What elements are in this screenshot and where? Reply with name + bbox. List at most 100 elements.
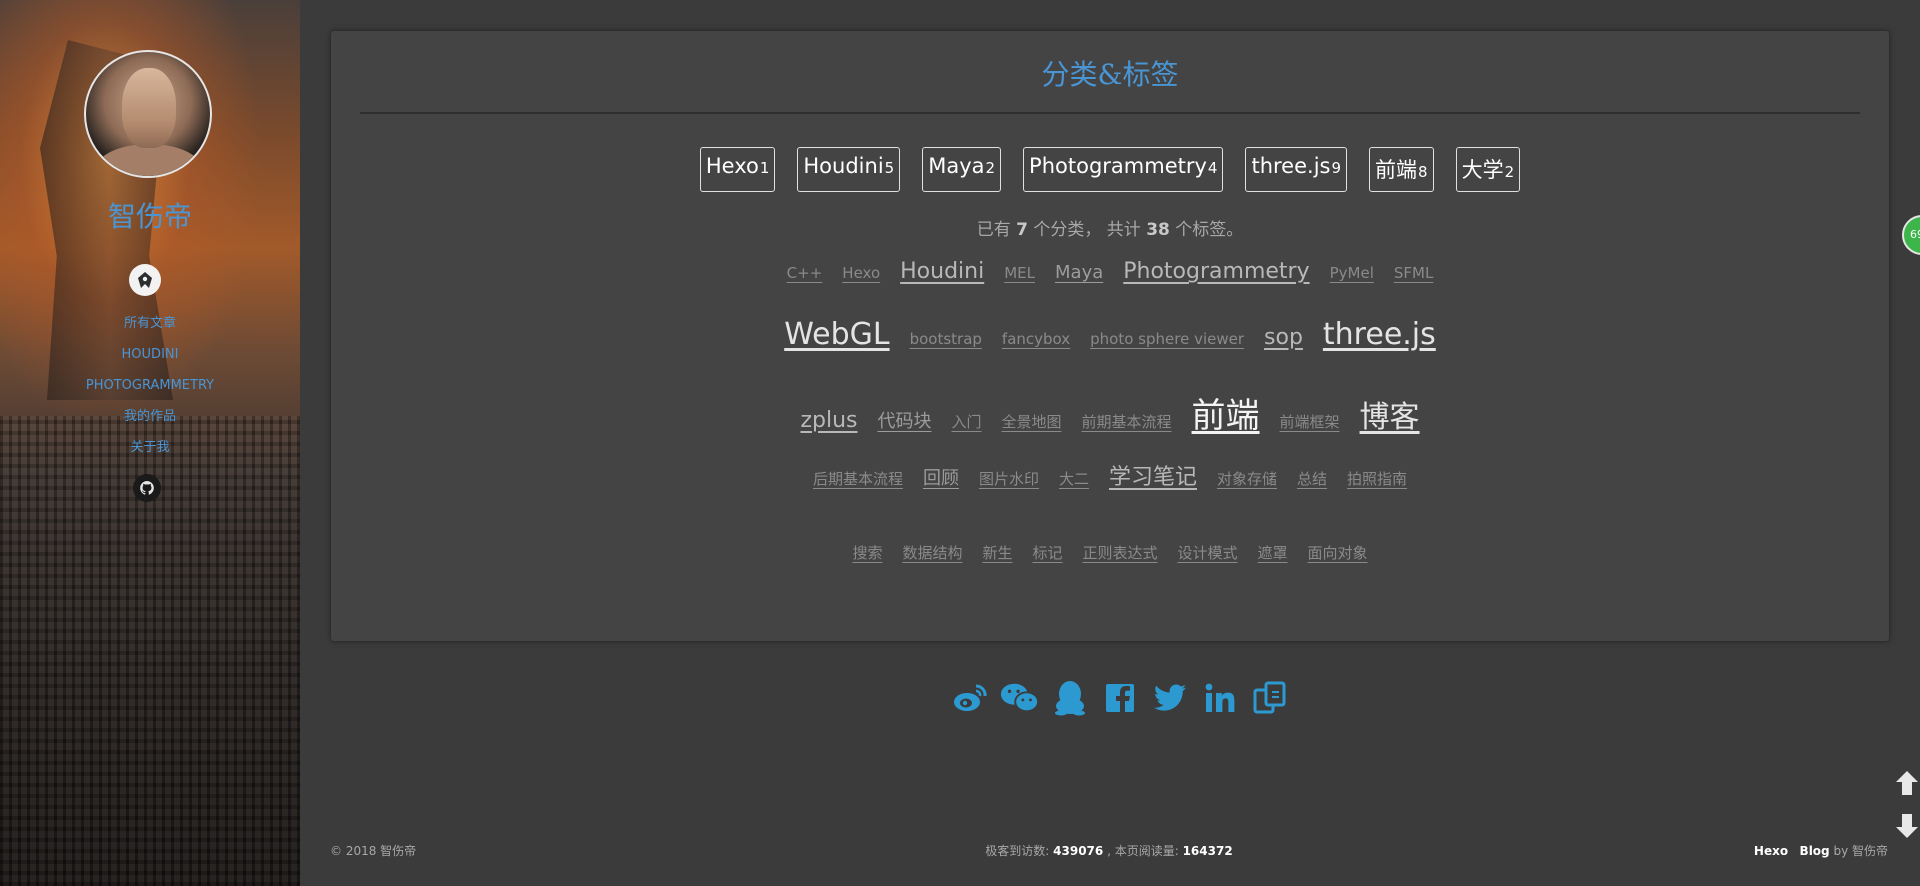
- sidebar-item-my-works[interactable]: 我的作品: [0, 401, 300, 432]
- tag-link[interactable]: fancybox: [1002, 330, 1070, 348]
- tag-link[interactable]: 正则表达式: [1083, 542, 1158, 563]
- sidebar-item-about-me[interactable]: 关于我: [0, 432, 300, 463]
- share-bar: [950, 678, 1290, 718]
- content-card: 分类&标签 Hexo 1 Houdini 5 Maya 2 Photogrammetry 4 t…: [331, 31, 1889, 641]
- tag-link[interactable]: 面向对象: [1308, 542, 1368, 563]
- tag-link[interactable]: 搜索: [852, 542, 882, 563]
- category-count: 7: [1016, 220, 1028, 240]
- tag-link[interactable]: 数据结构: [902, 542, 962, 563]
- tag-link[interactable]: Hexo: [842, 264, 880, 282]
- tag-cloud-row: C++ Hexo Houdini MEL Maya Photogrammetry PyMel…: [331, 259, 1889, 284]
- wechat-icon[interactable]: [1000, 678, 1040, 718]
- qq-icon[interactable]: [1050, 678, 1090, 718]
- tag-cloud-row: 搜索 数据结构 新生 标记 正则表达式 设计模式 遮罩 面向对象: [331, 542, 1889, 563]
- tag-cloud-row: WebGL bootstrap fancybox photo sphere viewe…: [331, 317, 1889, 352]
- tag-link[interactable]: Photogrammetry: [1123, 259, 1309, 284]
- linkedin-icon[interactable]: [1200, 678, 1240, 718]
- tag-link[interactable]: PyMel: [1330, 264, 1374, 282]
- tag-link[interactable]: 前端: [1192, 388, 1260, 437]
- footer: © 2018 智伤帝 极客到访数: 439076 , 本页阅读量: 164372…: [330, 842, 1888, 860]
- sidebar-item-photogrammetry[interactable]: PHOTOGRAMMETRY: [0, 370, 300, 401]
- category-chip[interactable]: three.js 9: [1245, 147, 1348, 192]
- tag-link[interactable]: 全景地图: [1002, 411, 1062, 432]
- category-chip[interactable]: 大学 2: [1455, 147, 1521, 192]
- author-credit: by 智伤帝: [1829, 844, 1888, 858]
- category-count: 5: [884, 159, 895, 177]
- summary-suffix: 个标签。: [1169, 220, 1244, 240]
- tag-link[interactable]: sop: [1264, 325, 1303, 350]
- visits-count: 439076: [1053, 844, 1104, 858]
- scroll-top-arrow-icon[interactable]: [1895, 770, 1919, 796]
- sidebar: 智伤帝 所有文章 HOUDINI PHOTOGRAMMETRY 我的作品 关于我: [0, 0, 300, 886]
- tag-link[interactable]: 新生: [982, 542, 1012, 563]
- hexo-link[interactable]: Hexo: [1754, 844, 1788, 858]
- category-count: 8: [1418, 163, 1428, 181]
- tag-link[interactable]: WebGL: [784, 317, 889, 352]
- category-label: 前端: [1375, 158, 1418, 182]
- category-label: Maya: [928, 154, 985, 178]
- site-name[interactable]: 智伤帝: [0, 195, 300, 235]
- tag-link[interactable]: three.js: [1323, 317, 1436, 352]
- page-title: 分类&标签: [1041, 58, 1179, 91]
- visit-stats: 极客到访数: 439076 , 本页阅读量: 164372: [330, 842, 1888, 859]
- tag-count: 38: [1146, 220, 1170, 240]
- tag-link[interactable]: 遮罩: [1258, 542, 1288, 563]
- tag-link[interactable]: 总结: [1297, 468, 1327, 489]
- avatar[interactable]: [84, 50, 212, 178]
- sidebar-nav: 所有文章 HOUDINI PHOTOGRAMMETRY 我的作品 关于我: [0, 308, 300, 463]
- facebook-icon[interactable]: [1100, 678, 1140, 718]
- tag-link[interactable]: SFML: [1394, 264, 1433, 282]
- tag-cloud-row: 后期基本流程 回顾 图片水印 大二 学习笔记 对象存储 总结 拍照指南: [331, 459, 1889, 491]
- tag-link[interactable]: Houdini: [900, 259, 984, 284]
- category-label: three.js: [1251, 154, 1331, 178]
- sidebar-item-houdini[interactable]: HOUDINI: [0, 339, 300, 370]
- tag-link[interactable]: zplus: [800, 408, 857, 433]
- summary-middle: 个分类， 共计: [1027, 220, 1147, 240]
- tag-link[interactable]: Maya: [1055, 262, 1103, 283]
- scroll-bottom-arrow-icon[interactable]: [1895, 813, 1919, 839]
- tag-link[interactable]: photo sphere viewer: [1090, 330, 1244, 348]
- title-divider: [360, 112, 1860, 114]
- tag-link[interactable]: bootstrap: [910, 330, 982, 348]
- category-label: Houdini: [803, 154, 884, 178]
- blog-link[interactable]: Blog: [1800, 844, 1830, 858]
- tag-link[interactable]: 前端框架: [1280, 411, 1340, 432]
- summary-text: 已有 7 个分类， 共计 38 个标签。: [331, 215, 1889, 240]
- floating-badge[interactable]: 69: [1902, 215, 1920, 255]
- twitter-icon[interactable]: [1150, 678, 1190, 718]
- tag-link[interactable]: 前期基本流程: [1082, 411, 1172, 432]
- category-chip[interactable]: Hexo 1: [699, 147, 776, 192]
- category-label: Hexo: [705, 154, 759, 178]
- avatar-shoulders: [96, 144, 202, 176]
- tag-link[interactable]: 设计模式: [1178, 542, 1238, 563]
- tag-link[interactable]: 标记: [1032, 542, 1062, 563]
- tag-link[interactable]: 代码块: [877, 407, 931, 433]
- tag-link[interactable]: 大二: [1059, 468, 1089, 489]
- weibo-icon[interactable]: [950, 678, 990, 718]
- category-list: Hexo 1 Houdini 5 Maya 2 Photogrammetry 4 three.j…: [331, 147, 1889, 192]
- tag-link[interactable]: 学习笔记: [1109, 459, 1197, 491]
- tag-link[interactable]: 入门: [951, 411, 981, 432]
- category-chip[interactable]: Houdini 5: [797, 147, 901, 192]
- avatar-face: [122, 68, 176, 148]
- home-icon[interactable]: [129, 264, 161, 296]
- tag-link[interactable]: 回顾: [923, 464, 959, 490]
- category-label: 大学: [1461, 158, 1504, 182]
- category-chip[interactable]: Photogrammetry 4: [1023, 147, 1224, 192]
- tag-link[interactable]: 博客: [1360, 392, 1420, 436]
- tag-link[interactable]: C++: [787, 264, 823, 282]
- category-chip[interactable]: Maya 2: [922, 147, 1002, 192]
- visits-label: 极客到访数:: [985, 844, 1054, 858]
- category-count: 2: [1504, 163, 1515, 181]
- sidebar-item-all-posts[interactable]: 所有文章: [0, 308, 300, 339]
- tag-link[interactable]: MEL: [1004, 264, 1035, 282]
- category-chip[interactable]: 前端 8: [1369, 147, 1434, 192]
- copy-link-icon[interactable]: [1250, 678, 1290, 718]
- summary-prefix: 已有: [976, 220, 1017, 240]
- github-icon[interactable]: [133, 474, 161, 502]
- reads-count: 164372: [1182, 844, 1233, 858]
- tag-link[interactable]: 图片水印: [979, 468, 1039, 489]
- tag-link[interactable]: 对象存储: [1217, 468, 1277, 489]
- tag-link[interactable]: 拍照指南: [1347, 468, 1407, 489]
- tag-link[interactable]: 后期基本流程: [813, 468, 903, 489]
